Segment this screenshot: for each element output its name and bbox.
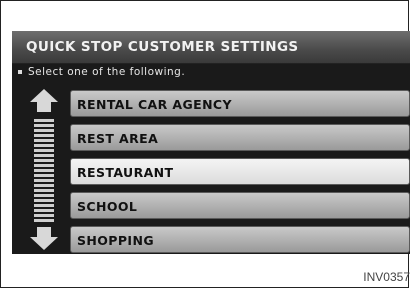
arrow-down-icon[interactable]: [30, 237, 58, 250]
settings-screen: QUICK STOP CUSTOMER SETTINGS Select one …: [12, 31, 410, 254]
bullet-icon: [18, 70, 22, 74]
option-rental-car-agency[interactable]: RENTAL CAR AGENCY: [70, 90, 410, 117]
option-label: SHOPPING: [77, 233, 154, 248]
title-bar: QUICK STOP CUSTOMER SETTINGS: [12, 31, 410, 64]
option-restaurant[interactable]: RESTAURANT: [70, 158, 410, 185]
option-label: RENTAL CAR AGENCY: [77, 97, 232, 112]
scroll-track[interactable]: [34, 119, 54, 222]
page-title: QUICK STOP CUSTOMER SETTINGS: [26, 39, 299, 55]
option-label: REST AREA: [77, 131, 159, 146]
option-label: RESTAURANT: [77, 165, 174, 180]
arrow-up-stem[interactable]: [37, 102, 51, 112]
option-shopping[interactable]: SHOPPING: [70, 226, 410, 253]
instruction-label: Select one of the following.: [28, 66, 186, 78]
figure-caption: INV0357: [363, 270, 410, 284]
arrow-up-icon[interactable]: [30, 89, 58, 102]
option-school[interactable]: SCHOOL: [70, 192, 410, 219]
option-label: SCHOOL: [77, 199, 138, 214]
instruction-text: Select one of the following.: [18, 66, 185, 78]
arrow-down-stem[interactable]: [37, 227, 51, 237]
option-rest-area[interactable]: REST AREA: [70, 124, 410, 151]
scrollbar[interactable]: [24, 89, 64, 254]
